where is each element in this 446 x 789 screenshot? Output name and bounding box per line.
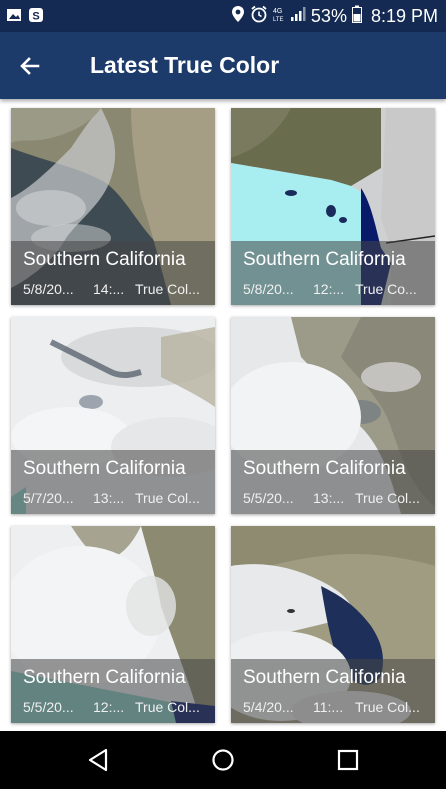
image-card[interactable]: Southern California 5/8/20... 12:... Tru…	[231, 108, 435, 305]
card-time: 12:...	[313, 281, 345, 297]
page-title: Latest True Color	[90, 52, 280, 78]
nav-home-button[interactable]	[208, 745, 238, 775]
card-time: 12:...	[93, 699, 125, 715]
card-type: True Co...	[355, 281, 417, 297]
battery-percent: 53%	[310, 5, 347, 26]
clock: 8:19 PM	[370, 5, 438, 26]
card-date: 5/4/20...	[243, 699, 294, 715]
card-title: Southern California	[243, 249, 406, 270]
card-title: Southern California	[243, 667, 406, 688]
card-type: True Col...	[135, 699, 200, 715]
card-type: True Col...	[135, 490, 200, 506]
svg-text:4G: 4G	[273, 8, 282, 15]
card-date: 5/8/20...	[243, 281, 294, 297]
signal-icon	[290, 6, 306, 27]
card-time: 13:...	[93, 490, 125, 506]
card-caption: Southern California 5/8/20... 14:... Tru…	[11, 241, 215, 305]
image-card[interactable]: Southern California 5/4/20... 11:... Tru…	[231, 526, 435, 723]
home-circle-icon	[212, 749, 234, 771]
location-icon	[231, 5, 245, 28]
system-nav-bar	[0, 731, 446, 789]
lte-icon: 4G LTE	[273, 5, 285, 28]
card-date: 5/7/20...	[23, 490, 74, 506]
card-title: Southern California	[243, 458, 406, 479]
card-type: True Col...	[355, 490, 420, 506]
card-title: Southern California	[23, 667, 186, 688]
image-card[interactable]: Southern California 5/5/20... 13:... Tru…	[231, 317, 435, 514]
back-button[interactable]	[14, 50, 46, 82]
arrow-left-icon	[20, 57, 40, 75]
card-caption: Southern California 5/8/20... 12:... Tru…	[231, 241, 435, 305]
image-grid: Southern California 5/8/20... 14:... Tru…	[0, 99, 446, 731]
card-caption: Southern California 5/5/20... 13:... Tru…	[231, 450, 435, 514]
nav-recents-button[interactable]	[333, 745, 363, 775]
notification-icons: S	[6, 7, 44, 23]
nav-back-button[interactable]	[84, 745, 114, 775]
card-type: True Col...	[355, 699, 420, 715]
image-card[interactable]: Southern California 5/5/20... 12:... Tru…	[11, 526, 215, 723]
status-bar: S 4G LTE 53% 8:19 PM	[0, 0, 446, 32]
card-time: 14:...	[93, 281, 125, 297]
app-bar: Latest True Color	[0, 32, 446, 99]
battery-icon	[351, 5, 362, 28]
shazam-icon: S	[28, 7, 44, 23]
svg-text:LTE: LTE	[273, 17, 284, 23]
alarm-icon	[250, 5, 268, 28]
card-caption: Southern California 5/4/20... 11:... Tru…	[231, 659, 435, 723]
system-status: 4G LTE 53% 8:19 PM	[231, 0, 438, 32]
card-caption: Southern California 5/7/20... 13:... Tru…	[11, 450, 215, 514]
gallery-icon	[6, 7, 22, 23]
image-card[interactable]: Southern California 5/8/20... 14:... Tru…	[11, 108, 215, 305]
card-date: 5/5/20...	[23, 699, 74, 715]
card-time: 11:...	[313, 699, 344, 715]
card-date: 5/5/20...	[243, 490, 294, 506]
card-time: 13:...	[313, 490, 345, 506]
recents-square-icon	[337, 749, 359, 771]
svg-text:S: S	[32, 11, 39, 23]
card-title: Southern California	[23, 458, 186, 479]
card-title: Southern California	[23, 249, 186, 270]
card-caption: Southern California 5/5/20... 12:... Tru…	[11, 659, 215, 723]
image-card[interactable]: Southern California 5/7/20... 13:... Tru…	[11, 317, 215, 514]
card-date: 5/8/20...	[23, 281, 74, 297]
card-type: True Col...	[135, 281, 200, 297]
back-triangle-icon	[88, 748, 108, 772]
